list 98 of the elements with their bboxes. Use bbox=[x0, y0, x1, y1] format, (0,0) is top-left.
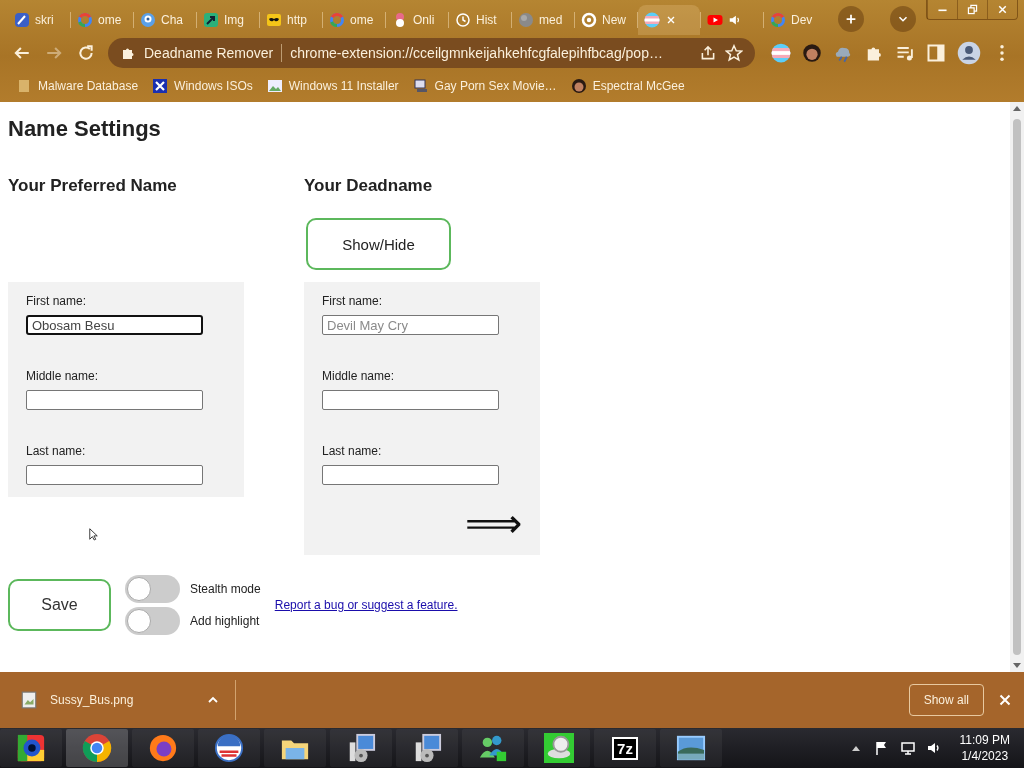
clock-time: 11:09 PM bbox=[959, 732, 1010, 748]
feedback-link[interactable]: Report a bug or suggest a feature. bbox=[274, 598, 458, 612]
ring-icon bbox=[82, 733, 112, 763]
fireball-icon bbox=[148, 733, 178, 763]
tab[interactable]: Img bbox=[197, 5, 259, 35]
monitor-icon[interactable] bbox=[899, 740, 916, 756]
globe-icon bbox=[518, 12, 534, 28]
avatar-icon[interactable] bbox=[802, 42, 822, 63]
site-name: Deadname Remover bbox=[144, 44, 274, 61]
field-label: Middle name: bbox=[26, 369, 100, 383]
close-icon bbox=[996, 3, 1009, 16]
clock-icon bbox=[455, 12, 471, 28]
ring-icon bbox=[770, 12, 786, 28]
landscape-icon bbox=[676, 733, 706, 763]
bookmark[interactable]: Malware Database bbox=[16, 78, 139, 94]
stripes-icon[interactable] bbox=[771, 42, 791, 63]
tab[interactable]: Onli bbox=[386, 5, 448, 35]
people-icon bbox=[478, 733, 508, 763]
speaker-icon bbox=[728, 13, 742, 27]
tab[interactable]: Cha bbox=[134, 5, 196, 35]
ring-icon bbox=[581, 12, 597, 28]
taskbar-button[interactable] bbox=[66, 729, 128, 767]
scrollbar[interactable] bbox=[1010, 102, 1024, 672]
taskbar-button[interactable] bbox=[528, 729, 590, 767]
stripes-icon bbox=[644, 12, 660, 28]
taskbar-button[interactable] bbox=[462, 729, 524, 767]
field-label: First name: bbox=[26, 294, 87, 308]
profile-icon[interactable] bbox=[957, 40, 981, 65]
webcam-icon bbox=[140, 12, 156, 28]
field-label: Last name: bbox=[26, 444, 87, 458]
tab[interactable]: Dev bbox=[764, 5, 826, 35]
sunrise-icon bbox=[214, 733, 244, 763]
taskbar-button[interactable] bbox=[396, 729, 458, 767]
avatar-icon bbox=[570, 78, 587, 94]
address-bar[interactable]: Deadname Remover chrome-extension://cceilgmnkeijahkehfcgfalepihfbcag/pop… bbox=[108, 37, 755, 68]
mask-icon bbox=[266, 12, 282, 28]
column-heading: Your Deadname bbox=[304, 176, 434, 196]
speaker-icon[interactable] bbox=[925, 740, 942, 756]
text-field[interactable] bbox=[322, 390, 499, 410]
share-icon[interactable] bbox=[699, 43, 717, 62]
tab[interactable]: med bbox=[512, 5, 574, 35]
cursor-icon bbox=[89, 525, 101, 543]
text-field[interactable]: Devil May Cry bbox=[322, 315, 499, 335]
page-title: Name Settings bbox=[8, 116, 162, 142]
toggle-switch[interactable] bbox=[125, 575, 180, 603]
ring-icon bbox=[77, 12, 93, 28]
restore-icon bbox=[966, 3, 979, 16]
toggle-switch[interactable] bbox=[125, 607, 180, 635]
ring-icon bbox=[329, 12, 345, 28]
taskbar-button[interactable]: 7z bbox=[594, 729, 656, 767]
url-text: chrome-extension://cceilgmnkeijahkehfcgfalepihfbcag/pop… bbox=[290, 44, 663, 61]
toggle-label: Stealth mode bbox=[190, 582, 261, 596]
tab[interactable]: ome bbox=[323, 5, 385, 35]
image-icon bbox=[266, 78, 283, 94]
next-arrow[interactable]: ⟹ bbox=[465, 503, 522, 543]
taskbar-button[interactable] bbox=[660, 729, 722, 767]
close-icon[interactable] bbox=[665, 14, 677, 26]
tab[interactable]: http bbox=[260, 5, 322, 35]
bookmark[interactable]: Gay Porn Sex Movie… bbox=[412, 78, 557, 94]
app-logo: 7z bbox=[612, 736, 638, 760]
text-field[interactable]: Obosam Besu bbox=[26, 315, 203, 335]
toggle-label: Add highlight bbox=[190, 614, 260, 628]
show-hide-button[interactable]: Show/Hide bbox=[306, 218, 451, 270]
text-field[interactable] bbox=[322, 465, 499, 485]
sidebar-icon[interactable] bbox=[926, 42, 946, 63]
tab[interactable]: skri bbox=[8, 5, 70, 35]
taskbar-button[interactable] bbox=[330, 729, 392, 767]
page-icon bbox=[16, 78, 32, 94]
field-label: Middle name: bbox=[322, 369, 396, 383]
taskbar-button[interactable] bbox=[0, 729, 62, 767]
taskbar-button[interactable] bbox=[198, 729, 260, 767]
tab[interactable]: ome bbox=[71, 5, 133, 35]
text-field[interactable] bbox=[26, 390, 203, 410]
bookmark[interactable]: Espectral McGee bbox=[570, 78, 685, 94]
taskbar-button[interactable] bbox=[132, 729, 194, 767]
computer-icon bbox=[412, 78, 429, 94]
tab[interactable]: Hist bbox=[449, 5, 511, 35]
taskbar-button[interactable] bbox=[264, 729, 326, 767]
orb-icon bbox=[16, 733, 46, 763]
clock-date: 1/4/2023 bbox=[961, 748, 1009, 764]
save-button[interactable]: Save bbox=[8, 579, 111, 631]
tab[interactable] bbox=[638, 5, 700, 35]
reload-icon bbox=[77, 43, 95, 62]
pen-icon bbox=[14, 12, 30, 28]
text-field[interactable] bbox=[26, 465, 203, 485]
file-name: Sussy_Bus.png bbox=[50, 693, 134, 707]
play-icon bbox=[707, 12, 723, 28]
image-file-icon bbox=[20, 691, 38, 709]
column-heading: Your Preferred Name bbox=[8, 176, 178, 196]
new-tab-button[interactable] bbox=[838, 5, 864, 32]
star-icon[interactable] bbox=[725, 43, 743, 62]
show-all-button[interactable]: Show all bbox=[908, 684, 984, 716]
bookmark[interactable]: Windows ISOs bbox=[152, 78, 253, 94]
field-label: Last name: bbox=[322, 444, 383, 458]
cross-icon bbox=[152, 78, 169, 94]
field-label: First name: bbox=[322, 294, 383, 308]
tab[interactable]: New bbox=[575, 5, 637, 35]
bookmark[interactable]: Windows 11 Installer bbox=[266, 78, 399, 94]
